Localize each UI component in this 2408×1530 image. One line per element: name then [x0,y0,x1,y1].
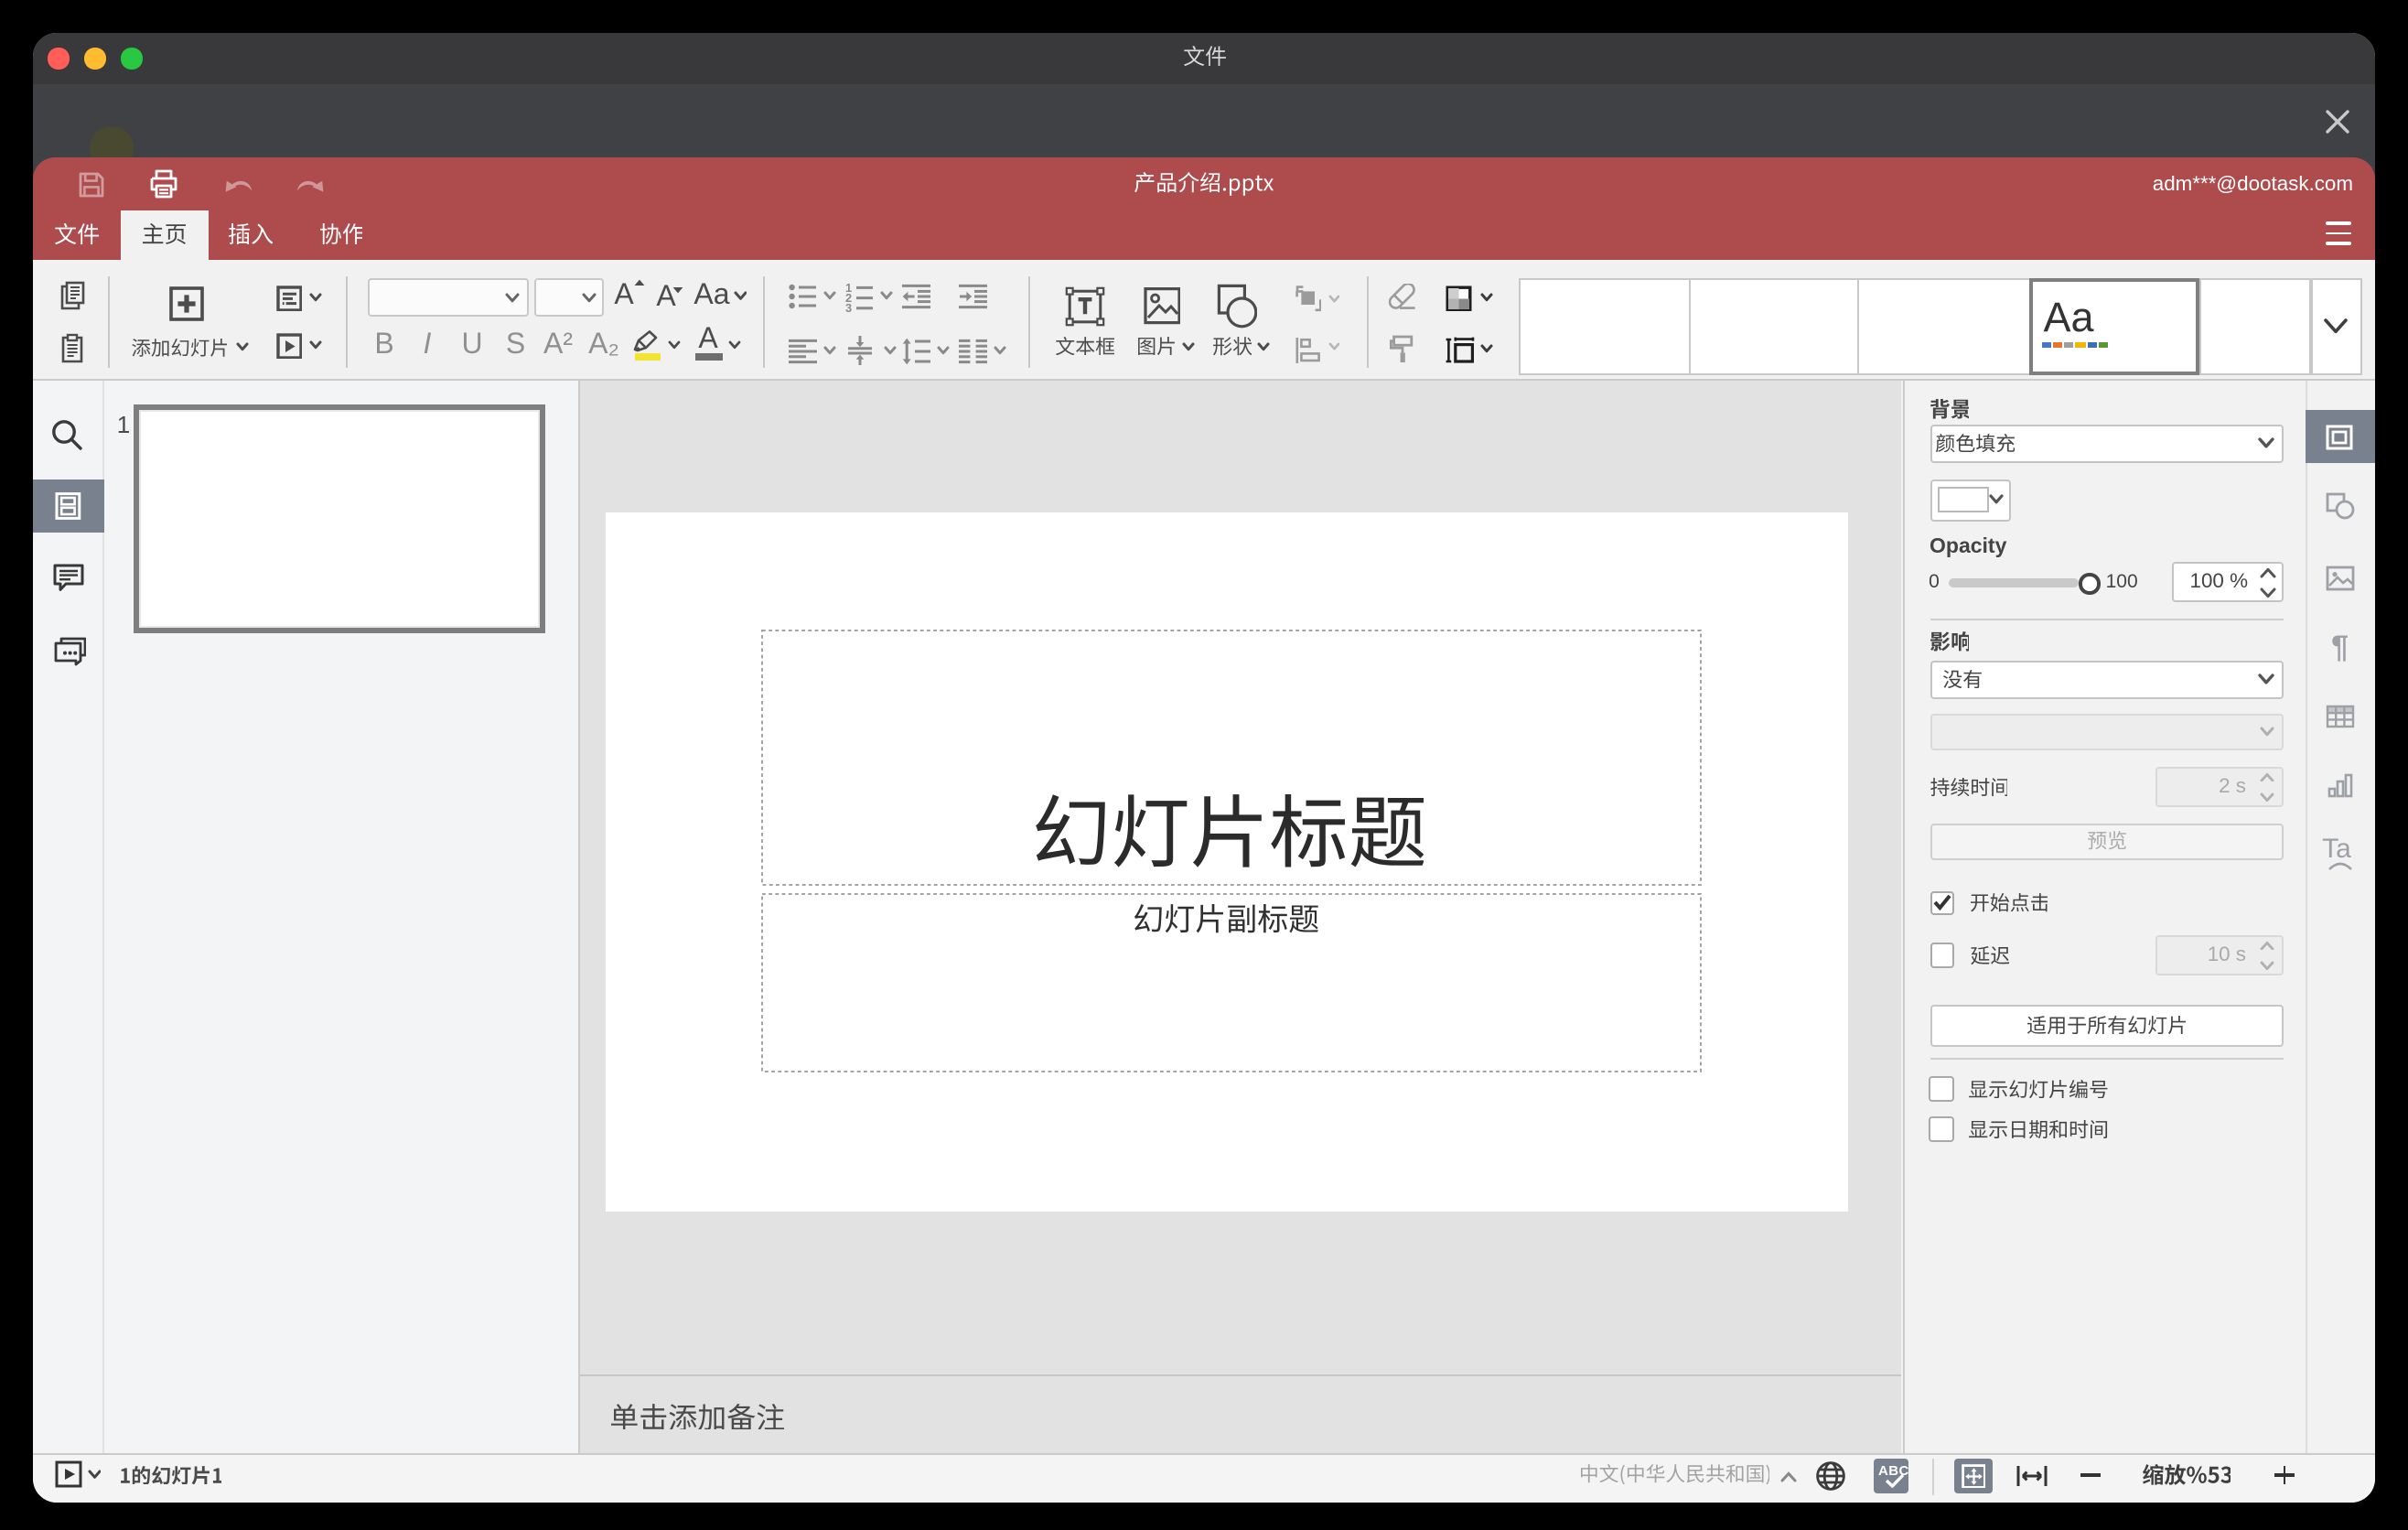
svg-text:3: 3 [845,301,852,313]
